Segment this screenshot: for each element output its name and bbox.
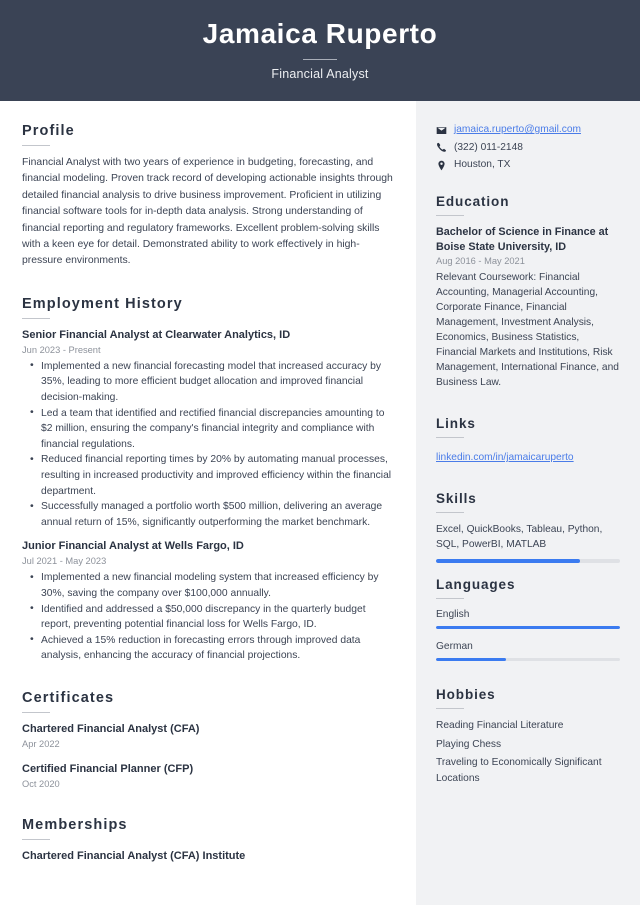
job-bullet: Successfully managed a portfolio worth $… <box>30 499 394 530</box>
linkedin-link[interactable]: linkedin.com/in/jamaicaruperto <box>436 450 574 465</box>
section-heading-links: Links <box>436 416 476 432</box>
language-name: German <box>436 640 473 652</box>
section-profile: Profile Financial Analyst with two years… <box>22 123 394 270</box>
contact-row-email: jamaica.ruperto@gmail.com <box>436 123 620 137</box>
phone-number: (322) 011-2148 <box>454 141 523 153</box>
section-heading-skills: Skills <box>436 491 477 507</box>
certificate-date: Apr 2022 <box>22 738 60 749</box>
section-education: Education Bachelor of Science in Finance… <box>436 194 620 390</box>
contact-row-phone: (322) 011-2148 <box>436 141 620 155</box>
language-level-bar <box>436 657 620 662</box>
job-date: Jul 2021 - May 2023 <box>22 556 107 567</box>
education-date: Aug 2016 - May 2021 <box>436 256 525 267</box>
section-rule <box>22 838 50 840</box>
location-pin-icon <box>436 160 449 171</box>
hobby-item: Playing Chess <box>436 738 502 750</box>
language-entry: German <box>436 640 620 662</box>
job-title: Senior Financial Analyst at Clearwater A… <box>22 328 291 341</box>
section-languages: Languages English German <box>436 577 620 662</box>
envelope-icon <box>436 125 449 136</box>
skills-level-fill <box>436 559 580 563</box>
sidebar-column: jamaica.ruperto@gmail.com (322) 011-2148 <box>416 101 640 905</box>
profile-text: Financial Analyst with two years of expe… <box>22 157 393 267</box>
language-level-fill <box>436 657 506 662</box>
job-bullets: Implemented a new financial forecasting … <box>22 358 394 531</box>
certificate-title: Chartered Financial Analyst (CFA) <box>22 722 200 735</box>
language-level-fill <box>436 625 620 629</box>
phone-icon <box>436 142 449 153</box>
section-heading-hobbies: Hobbies <box>436 687 496 703</box>
section-links: Links linkedin.com/in/jamaicaruperto <box>436 416 620 465</box>
education-degree: Bachelor of Science in Finance at Boise … <box>436 226 609 253</box>
job-entry: Senior Financial Analyst at Clearwater A… <box>22 328 394 531</box>
skills-text: Excel, QuickBooks, Tableau, Python, SQL,… <box>436 524 603 551</box>
section-certificates: Certificates Chartered Financial Analyst… <box>22 690 394 791</box>
job-date: Jun 2023 - Present <box>22 344 101 355</box>
resume-body: Profile Financial Analyst with two years… <box>0 101 640 905</box>
language-level-bar <box>436 625 620 629</box>
section-rule <box>436 708 464 710</box>
certificate-entry: Chartered Financial Analyst (CFA) Apr 20… <box>22 722 394 751</box>
certificate-date: Oct 2020 <box>22 778 60 789</box>
section-memberships: Memberships Chartered Financial Analyst … <box>22 817 394 864</box>
job-bullets: Implemented a new financial modeling sys… <box>22 570 394 664</box>
resume-header: Jamaica Ruperto Financial Analyst <box>0 0 640 101</box>
hobby-item: Reading Financial Literature <box>436 720 564 732</box>
main-column: Profile Financial Analyst with two years… <box>0 101 416 905</box>
job-entry: Junior Financial Analyst at Wells Fargo,… <box>22 539 394 664</box>
section-rule <box>22 317 50 319</box>
job-bullet: Implemented a new financial forecasting … <box>30 358 394 406</box>
location-text: Houston, TX <box>454 159 511 170</box>
resume-page: Jamaica Ruperto Financial Analyst Profil… <box>0 0 640 905</box>
header-divider <box>303 59 337 60</box>
section-rule <box>22 711 50 713</box>
job-bullet: Reduced financial reporting times by 20%… <box>30 452 394 499</box>
section-rule <box>436 597 464 599</box>
section-hobbies: Hobbies Reading Financial Literature Pla… <box>436 687 620 786</box>
language-entry: English <box>436 608 620 629</box>
certificate-title: Certified Financial Planner (CFP) <box>22 762 194 775</box>
contact-list: jamaica.ruperto@gmail.com (322) 011-2148 <box>436 123 620 172</box>
section-employment-history: Employment History Senior Financial Anal… <box>22 296 394 664</box>
section-heading-employment: Employment History <box>22 295 183 312</box>
section-rule <box>436 215 464 216</box>
candidate-job-title: Financial Analyst <box>271 67 369 81</box>
certificate-entry: Certified Financial Planner (CFP) Oct 20… <box>22 762 394 791</box>
language-name: English <box>436 608 470 620</box>
section-heading-certificates: Certificates <box>22 689 115 706</box>
section-rule <box>22 145 50 146</box>
section-heading-profile: Profile <box>22 123 75 139</box>
email-link[interactable]: jamaica.ruperto@gmail.com <box>454 123 581 137</box>
section-rule <box>436 437 464 439</box>
hobby-item: Traveling to Economically Significant Lo… <box>436 757 602 784</box>
section-heading-memberships: Memberships <box>22 816 128 833</box>
candidate-name: Jamaica Ruperto <box>202 18 438 49</box>
section-rule <box>436 512 464 514</box>
education-description: Relevant Coursework: Financial Accountin… <box>436 272 619 389</box>
job-bullet: Achieved a 15% reduction in forecasting … <box>30 632 394 664</box>
section-heading-education: Education <box>436 194 510 209</box>
membership-title: Chartered Financial Analyst (CFA) Instit… <box>22 849 246 862</box>
section-heading-languages: Languages <box>436 576 516 592</box>
skills-level-bar <box>436 559 620 563</box>
job-title: Junior Financial Analyst at Wells Fargo,… <box>22 540 244 553</box>
job-bullet: Identified and addressed a $50,000 discr… <box>30 601 394 633</box>
section-skills: Skills Excel, QuickBooks, Tableau, Pytho… <box>436 491 620 563</box>
job-bullet: Implemented a new financial modeling sys… <box>30 570 394 601</box>
job-bullet: Led a team that identified and rectified… <box>30 405 394 453</box>
contact-row-location: Houston, TX <box>436 158 620 172</box>
